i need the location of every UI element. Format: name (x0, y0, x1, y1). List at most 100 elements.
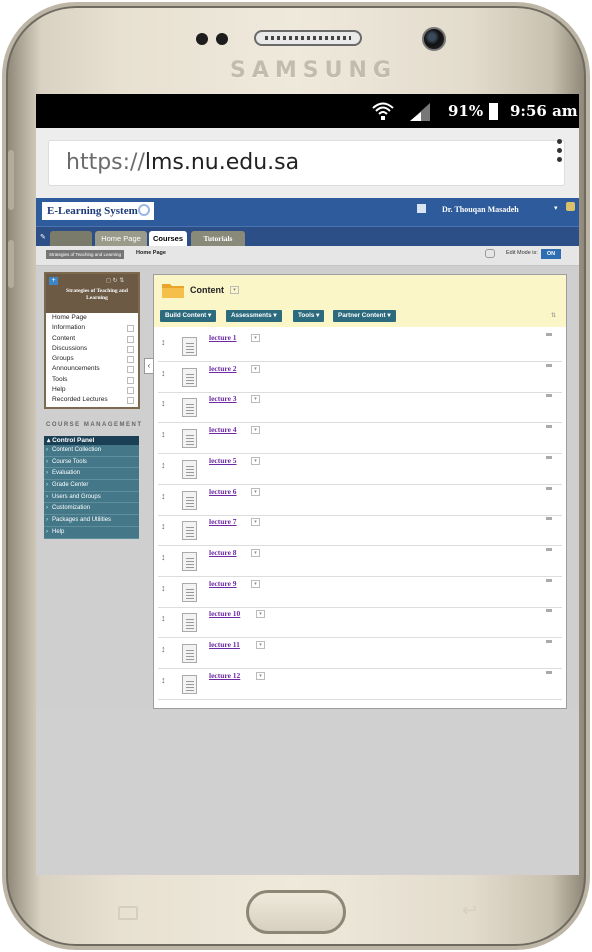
lecture-link[interactable]: lecture 6 (209, 487, 237, 496)
lecture-row: ↕ lecture 3 ▾ (158, 392, 562, 424)
course-menu-information[interactable]: Information (46, 323, 138, 333)
item-options-icon[interactable]: ▾ (251, 548, 260, 557)
home-button[interactable] (246, 890, 346, 934)
item-options-icon[interactable]: ▾ (251, 426, 260, 435)
drag-handle-icon[interactable]: ↕ (161, 398, 166, 408)
drag-handle-icon[interactable]: ↕ (161, 552, 166, 562)
course-menu-tools[interactable]: Tools (46, 375, 138, 385)
item-options-icon[interactable]: ▾ (251, 395, 260, 404)
tab-home-page[interactable]: Home Page (95, 231, 147, 246)
more-icon[interactable] (546, 425, 552, 429)
tab-institution[interactable] (50, 231, 92, 246)
more-icon[interactable] (546, 486, 552, 490)
help-icon[interactable] (485, 249, 495, 258)
browser-menu-icon[interactable] (557, 139, 563, 163)
course-menu-help[interactable]: Help (46, 385, 138, 395)
drag-handle-icon[interactable]: ↕ (161, 429, 166, 439)
course-menu: + ◻ ↻ ⇅ Strategies of Teaching and Learn… (44, 272, 140, 409)
lecture-link[interactable]: lecture 11 (209, 640, 240, 649)
partner-content-button[interactable]: Partner Content ▾ (333, 310, 396, 322)
lecture-link[interactable]: lecture 2 (209, 364, 237, 373)
more-icon[interactable] (546, 394, 552, 398)
cp-packages-and-utilities[interactable]: Packages and Utilities (44, 515, 139, 527)
lecture-link[interactable]: lecture 12 (209, 671, 240, 680)
more-icon[interactable] (546, 363, 552, 367)
more-icon[interactable] (546, 640, 552, 643)
home-tab-icon[interactable]: ✎ (40, 233, 46, 241)
url-text: https://lms.nu.edu.sa (66, 150, 299, 175)
drag-handle-icon[interactable]: ↕ (161, 337, 166, 347)
user-name[interactable]: Dr. Thouqan Masadeh (442, 205, 519, 214)
lecture-link[interactable]: lecture 3 (209, 394, 237, 403)
item-options-icon[interactable]: ▾ (251, 456, 260, 465)
wifi-icon (372, 102, 394, 120)
drag-handle-icon[interactable]: ↕ (161, 675, 166, 685)
back-icon[interactable]: ↩ (462, 900, 477, 921)
lecture-link[interactable]: lecture 4 (209, 425, 237, 434)
drag-handle-icon[interactable]: ↕ (161, 644, 166, 654)
lecture-link[interactable]: lecture 5 (209, 456, 237, 465)
course-menu-recorded-lectures[interactable]: Recorded Lectures (46, 395, 138, 405)
reorder-icon[interactable]: ⇅ (551, 312, 556, 319)
lecture-link[interactable]: lecture 7 (209, 517, 237, 526)
cp-content-collection[interactable]: Content Collection (44, 445, 139, 457)
recent-apps-icon[interactable] (118, 906, 138, 920)
document-icon (182, 337, 197, 356)
tab-courses[interactable]: Courses (149, 231, 187, 246)
item-options-icon[interactable]: ▾ (251, 579, 260, 588)
tab-tutorials[interactable]: Tutorials (191, 231, 245, 246)
document-icon (182, 490, 197, 510)
url-bar[interactable]: https://lms.nu.edu.sa (48, 140, 565, 186)
drag-handle-icon[interactable]: ↕ (161, 368, 166, 378)
more-icon[interactable] (546, 333, 552, 336)
drag-handle-icon[interactable]: ↕ (161, 460, 166, 470)
more-icon[interactable] (546, 547, 552, 551)
drag-handle-icon[interactable]: ↕ (161, 583, 166, 593)
more-icon[interactable] (546, 455, 552, 459)
more-icon[interactable] (546, 517, 552, 521)
course-menu-groups[interactable]: Groups (46, 354, 138, 364)
lecture-link[interactable]: lecture 1 (209, 333, 237, 342)
drag-handle-icon[interactable]: ↕ (161, 521, 166, 531)
build-content-button[interactable]: Build Content ▾ (160, 310, 217, 322)
cp-evaluation[interactable]: Evaluation (44, 468, 139, 481)
item-options-icon[interactable]: ▾ (251, 518, 260, 527)
item-options-icon[interactable]: ▾ (256, 610, 265, 619)
item-options-icon[interactable]: ▾ (251, 364, 260, 373)
tools-button[interactable]: Tools ▾ (293, 310, 325, 322)
cp-grade-center[interactable]: Grade Center (44, 480, 139, 492)
more-icon[interactable] (546, 670, 552, 674)
drag-handle-icon[interactable]: ↕ (161, 613, 166, 623)
item-options-icon[interactable]: ▾ (251, 334, 260, 342)
item-options-icon[interactable]: ▾ (256, 641, 265, 649)
user-dropdown-icon[interactable]: ▾ (554, 204, 558, 212)
edit-mode-toggle[interactable]: ON (541, 249, 561, 259)
item-options-icon[interactable]: ▾ (251, 487, 260, 496)
lms-logo[interactable]: E-Learning System (42, 202, 154, 220)
cp-course-tools[interactable]: Course Tools (44, 457, 139, 469)
clock: 9:56 am (510, 102, 578, 120)
title-options-icon[interactable]: ▾ (230, 286, 239, 294)
lecture-row: ↕ lecture 11 ▾ (158, 638, 562, 669)
more-icon[interactable] (546, 609, 552, 613)
lecture-link[interactable]: lecture 9 (209, 579, 237, 588)
refresh-icon[interactable]: ◻ ↻ ⇅ (106, 277, 124, 284)
more-icon[interactable] (546, 578, 552, 582)
logout-icon[interactable] (566, 202, 575, 211)
cp-users-and-groups[interactable]: Users and Groups (44, 492, 139, 504)
assessments-button[interactable]: Assessments ▾ (226, 310, 282, 322)
course-menu-discussions[interactable]: Discussions (46, 344, 138, 354)
lecture-link[interactable]: lecture 10 (209, 609, 240, 618)
course-menu-content[interactable]: Content (46, 334, 138, 344)
add-menu-item-icon[interactable]: + (49, 277, 58, 285)
cp-customization[interactable]: Customization (44, 503, 139, 516)
course-menu-home[interactable]: Home Page (46, 313, 138, 323)
control-panel-header[interactable]: ▴ Control Panel (44, 436, 139, 445)
lecture-link[interactable]: lecture 8 (209, 548, 237, 557)
cp-help[interactable]: Help (44, 527, 139, 539)
menu-item-label: Discussions (52, 344, 88, 352)
drag-handle-icon[interactable]: ↕ (161, 491, 166, 501)
breadcrumb-course[interactable]: Strategies of Teaching and Learning (46, 250, 124, 259)
item-options-icon[interactable]: ▾ (256, 671, 265, 680)
course-menu-announcements[interactable]: Announcements (46, 364, 138, 374)
